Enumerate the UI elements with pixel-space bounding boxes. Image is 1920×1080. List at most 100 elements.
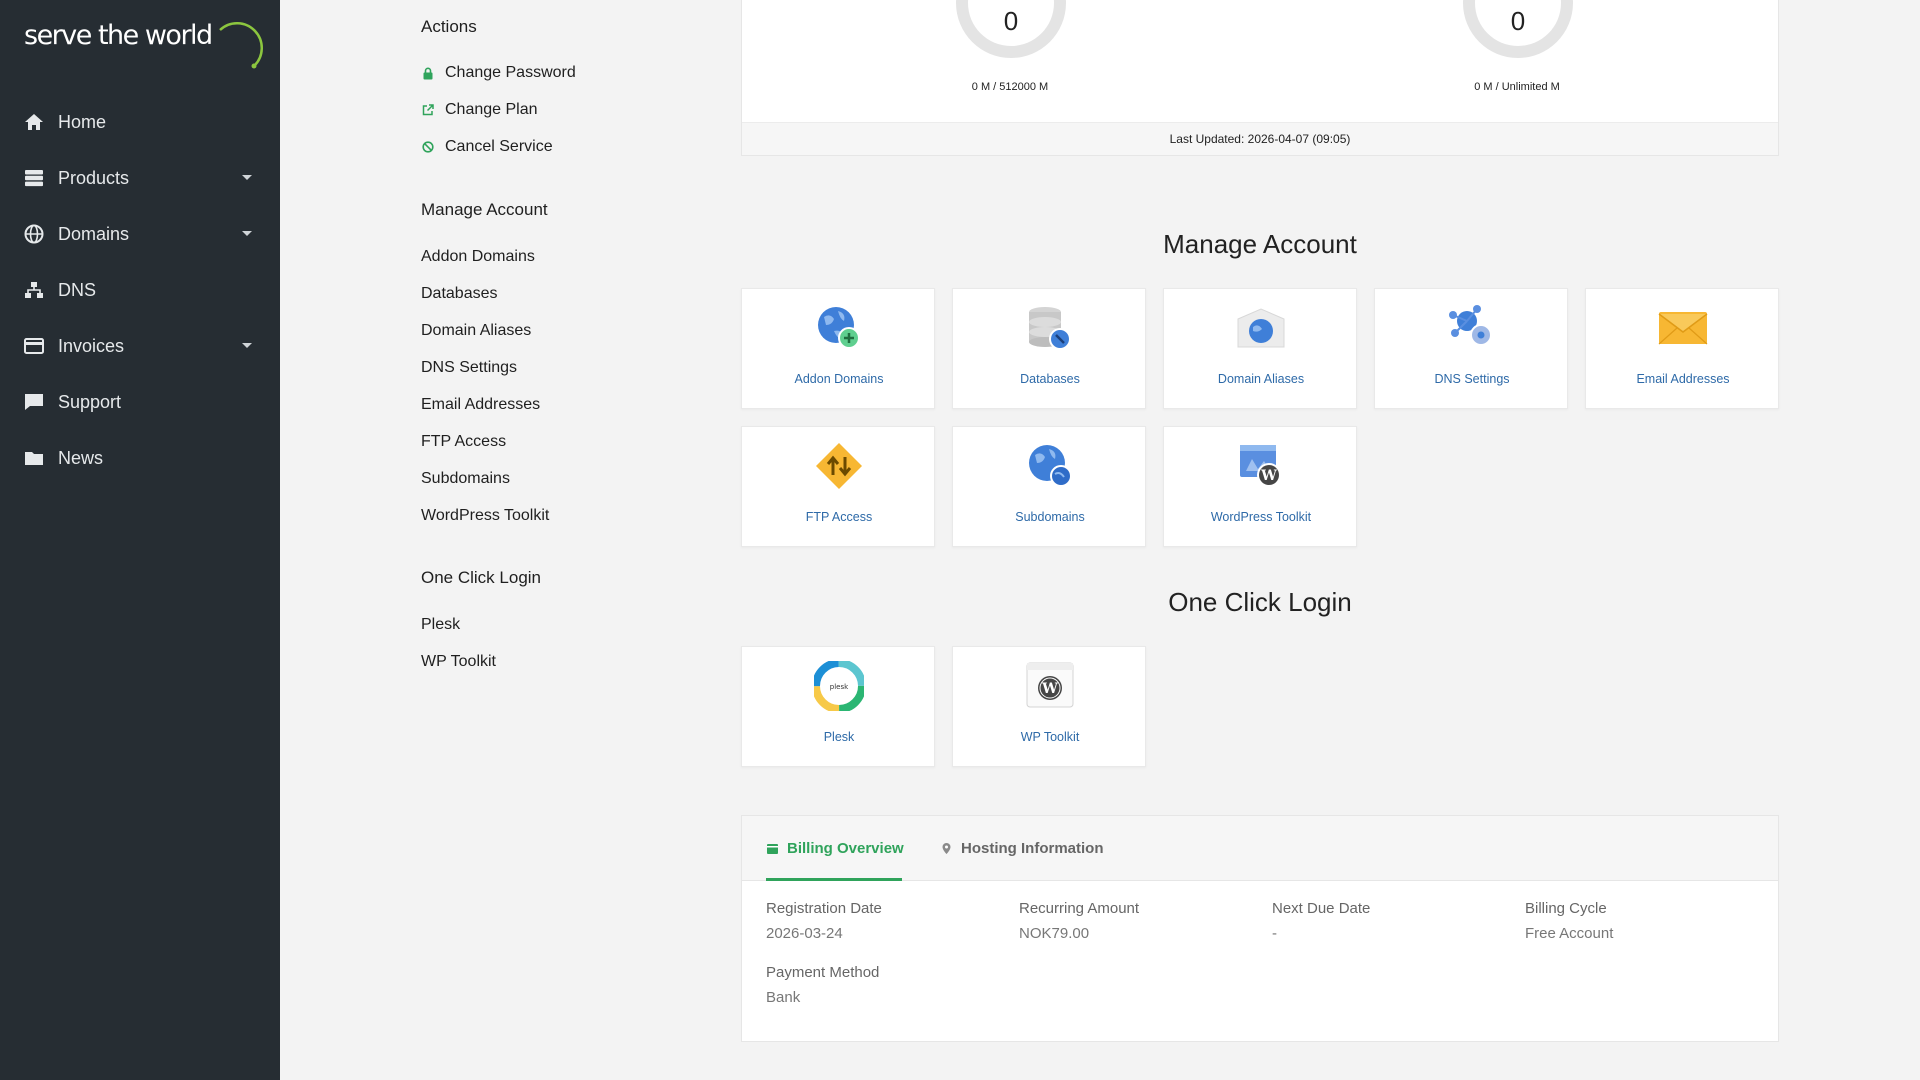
chevron-down-icon [242,231,252,236]
tile-wp-toolkit[interactable]: W WP Toolkit [952,646,1146,767]
credit-card-icon [22,336,46,356]
payment-method-field: Payment Method Bank [766,964,879,1006]
plesk-icon: plesk [812,659,866,713]
registration-date-field: Registration Date 2026-03-24 [766,900,882,942]
tile-dns-settings[interactable]: DNS Settings [1374,288,1568,409]
database-icon [1025,303,1075,353]
tile-subdomains[interactable]: Subdomains [952,426,1146,547]
sidebar-item-label: Products [58,167,130,188]
envelope-icon [1658,303,1708,353]
active-tab-indicator [766,878,902,881]
domain-alias-icon [1236,303,1286,353]
tile-domain-aliases[interactable]: Domain Aliases [1163,288,1357,409]
sidebar-item-dns[interactable]: DNS [0,262,280,318]
field-value: NOK79.00 [1019,925,1090,942]
one-click-login-title: One Click Login [1168,587,1352,617]
tile-wordpress-toolkit[interactable]: W WordPress Toolkit [1163,426,1357,547]
disk-usage-value: 0 [1003,6,1019,36]
menu-dns-settings[interactable]: DNS Settings [421,359,517,377]
sidebar-item-label: Home [58,111,107,132]
tile-label: FTP Access [805,510,873,524]
globe-plus-icon [814,303,864,353]
field-label: Next Due Date [1272,900,1371,917]
sidebar-item-products[interactable]: Products [0,150,280,206]
sidebar-item-home[interactable]: Home [0,94,280,150]
menu-databases[interactable]: Databases [421,285,498,303]
sidebar-nav: Home Products Domains DNS Invoices Suppo… [0,94,280,486]
sidebar-item-support[interactable]: Support [0,374,280,430]
cancel-service-link[interactable]: Cancel Service [421,138,553,156]
actions-heading: Actions [421,17,477,36]
tile-email-addresses[interactable]: Email Addresses [1585,288,1779,409]
sidebar-item-news[interactable]: News [0,430,280,486]
menu-email-addresses[interactable]: Email Addresses [421,396,540,414]
field-label: Billing Cycle [1525,900,1607,917]
tab-billing-overview-label: Billing Overview [787,840,904,857]
sidebar-item-invoices[interactable]: Invoices [0,318,280,374]
chevron-down-icon [242,175,252,180]
menu-ftp-access[interactable]: FTP Access [421,433,506,451]
brand-logo[interactable]: serve the world [24,20,264,70]
svg-text:plesk: plesk [830,683,849,691]
tile-plesk[interactable]: plesk Plesk [741,646,935,767]
server-icon [22,168,46,188]
last-updated: Last Updated: 2026-04-07 (09:05) [742,122,1778,155]
lock-icon [421,66,435,80]
field-label: Recurring Amount [1019,900,1140,917]
sidebar-item-label: Invoices [58,335,125,356]
menu-addon-domains[interactable]: Addon Domains [421,248,535,266]
logo-icon: serve the world [24,20,264,69]
billing-card: Billing Overview Hosting Information Reg… [741,815,1779,1042]
globe-icon [22,224,46,244]
tile-ftp-access[interactable]: FTP Access [741,426,935,547]
tile-addon-domains[interactable]: Addon Domains [741,288,935,409]
svg-text:W: W [1041,681,1058,697]
next-due-date-field: Next Due Date - [1272,900,1370,942]
tab-billing-overview[interactable]: Billing Overview [766,840,904,857]
tile-databases[interactable]: Databases [952,288,1146,409]
change-password-label: Change Password [445,64,576,81]
field-value: - [1272,925,1277,942]
tile-label: WordPress Toolkit [1210,510,1312,524]
tile-label: WP Toolkit [1020,730,1080,744]
network-icon [22,280,46,300]
change-plan-link[interactable]: Change Plan [421,101,538,119]
menu-wp-toolkit[interactable]: WP Toolkit [421,653,496,671]
disk-usage-gauge: 0 [956,0,1066,60]
external-link-icon [421,103,435,117]
bandwidth-usage-gauge: 0 [1463,0,1573,60]
menu-domain-aliases[interactable]: Domain Aliases [421,322,531,340]
comment-icon [22,392,46,412]
tab-hosting-information[interactable]: Hosting Information [940,840,1104,857]
change-password-link[interactable]: Change Password [421,64,576,82]
manage-account-heading: Manage Account [421,200,548,219]
field-value: Free Account [1525,925,1614,942]
field-value: 2026-03-24 [766,925,843,942]
sidebar-item-label: Domains [58,223,130,244]
sidebar: serve the world Home Products Domains DN… [0,0,280,1080]
map-marker-icon [940,842,953,855]
wordpress-toolkit-icon: W [1236,441,1286,491]
field-label: Registration Date [766,900,882,917]
tile-label: Plesk [823,730,855,744]
ban-icon [421,140,435,154]
manage-account-title: Manage Account [1163,229,1357,259]
cancel-service-label: Cancel Service [445,138,553,155]
tile-label: Email Addresses [1636,372,1730,386]
sidebar-item-domains[interactable]: Domains [0,206,280,262]
sidebar-item-label: DNS [58,279,97,300]
field-label: Payment Method [766,964,880,981]
menu-wordpress-toolkit[interactable]: WordPress Toolkit [421,507,549,525]
folder-icon [22,448,46,468]
bandwidth-usage-value: 0 [1510,6,1526,36]
usage-card: 0 0 M / 512000 M 0 0 M / Unlimited M Las… [741,0,1779,156]
menu-subdomains[interactable]: Subdomains [421,470,510,488]
svg-text:W: W [1260,468,1277,484]
tile-label: Domain Aliases [1217,372,1305,386]
sidebar-item-label: News [58,447,104,468]
bandwidth-usage-caption: 0 M / Unlimited M [1474,81,1560,93]
dns-settings-icon [1447,303,1497,353]
menu-plesk[interactable]: Plesk [421,616,460,634]
ftp-icon [814,441,864,491]
subdomain-icon [1025,441,1075,491]
